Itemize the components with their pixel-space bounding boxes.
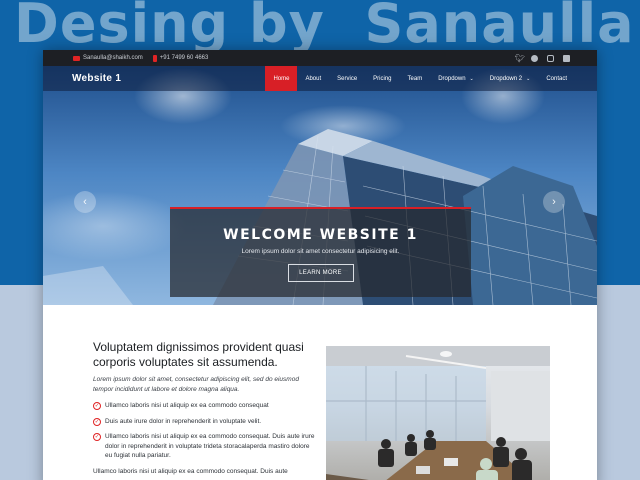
list-item-text: Duis aute irure dolor in reprehenderit i… [105, 417, 262, 425]
hero-carousel: Website 1 Home About Service Pricing Tea… [43, 66, 597, 305]
nav-team[interactable]: Team [400, 66, 431, 91]
list-item-text: Ullamco laboris nisi ut aliquip ex ea co… [105, 402, 269, 409]
mail-icon [73, 55, 80, 61]
chevron-left-icon: ‹ [83, 196, 87, 208]
about-text: Voluptatem dignissimos provident quasi c… [93, 340, 318, 476]
nav-dropdown-label: Dropdown [438, 75, 466, 82]
meeting-photo [326, 346, 550, 480]
nav-team-label: Team [407, 75, 423, 82]
chevron-down-icon: ⌄ [469, 75, 474, 82]
nav-contact-label: Contact [546, 75, 567, 82]
about-section: Voluptatem dignissimos provident quasi c… [43, 305, 597, 480]
nav-dropdown[interactable]: Dropdown ⌄ [430, 66, 482, 91]
facebook-icon[interactable] [531, 54, 538, 62]
office-meeting-image [326, 346, 550, 480]
nav-about[interactable]: About [297, 66, 329, 91]
nav-service[interactable]: Service [329, 66, 365, 91]
carousel-next-button[interactable]: › [543, 191, 565, 213]
nav-home[interactable]: Home [265, 66, 298, 91]
nav-service-label: Service [337, 75, 358, 82]
hero-title: WELCOME WEBSITE 1 [223, 227, 418, 243]
twitter-icon[interactable]: 🐦︎ [515, 54, 525, 62]
nav-pricing[interactable]: Pricing [365, 66, 399, 91]
hero-caption: WELCOME WEBSITE 1 Lorem ipsum dolor sit … [170, 207, 471, 297]
nav-dropdown-2[interactable]: Dropdown 2 ⌄ [482, 66, 539, 91]
list-item: ✓ Ullamco laboris nisi ut aliquip ex ea c… [93, 401, 318, 411]
website-mockup: Sanaulla@shaikh.com +91 7499 60 4663 🐦︎ [43, 50, 597, 480]
phone-icon [152, 54, 157, 62]
nav-home-label: Home [273, 75, 290, 82]
carousel-prev-button[interactable]: ‹ [74, 191, 96, 213]
top-bar: Sanaulla@shaikh.com +91 7499 60 4663 🐦︎ [43, 50, 597, 66]
nav-pricing-label: Pricing [373, 75, 392, 82]
nav-menu: Home About Service Pricing Team Dropdown… [265, 66, 575, 91]
nav-contact[interactable]: Contact [538, 66, 575, 91]
social-links: 🐦︎ [515, 54, 570, 62]
main-navbar: Website 1 Home About Service Pricing Tea… [43, 66, 597, 91]
about-lead: Lorem ipsum dolor sit amet, consectetur … [93, 376, 299, 393]
about-extra: Ullamco laboris nisi ut aliquip ex ea co… [93, 467, 288, 475]
hero-subtitle: Lorem ipsum dolor sit amet consectetur a… [241, 248, 400, 255]
check-circle-icon: ✓ [93, 417, 101, 426]
chevron-right-icon: › [552, 196, 556, 208]
linkedin-icon[interactable] [563, 54, 570, 62]
instagram-icon[interactable] [547, 54, 554, 62]
poster-title: Desing by Sanaulla [14, 0, 635, 55]
phone-text: +91 7499 60 4663 [159, 55, 209, 61]
site-logo[interactable]: Website 1 [72, 73, 121, 84]
nav-about-label: About [305, 75, 322, 82]
check-circle-icon: ✓ [93, 433, 101, 441]
check-circle-icon: ✓ [93, 402, 101, 410]
feature-list: ✓ Ullamco laboris nisi ut aliquip ex ea c… [93, 401, 318, 461]
email-contact[interactable]: Sanaulla@shaikh.com [73, 55, 143, 61]
chevron-down-icon: ⌄ [526, 75, 531, 82]
list-item: ✓ Duis aute irure dolor in reprehenderit … [93, 417, 318, 427]
email-text: Sanaulla@shaikh.com [83, 55, 143, 61]
about-heading: Voluptatem dignissimos provident quasi c… [93, 340, 304, 369]
nav-dropdown-2-label: Dropdown 2 [489, 75, 523, 82]
list-item-text: Ullamco laboris nisi ut aliquip ex ea co… [105, 433, 315, 459]
list-item: ✓ Ullamco laboris nisi ut aliquip ex ea c… [93, 432, 318, 461]
phone-contact[interactable]: +91 7499 60 4663 [152, 54, 209, 62]
learn-more-button[interactable]: LEARN MORE [287, 264, 354, 282]
